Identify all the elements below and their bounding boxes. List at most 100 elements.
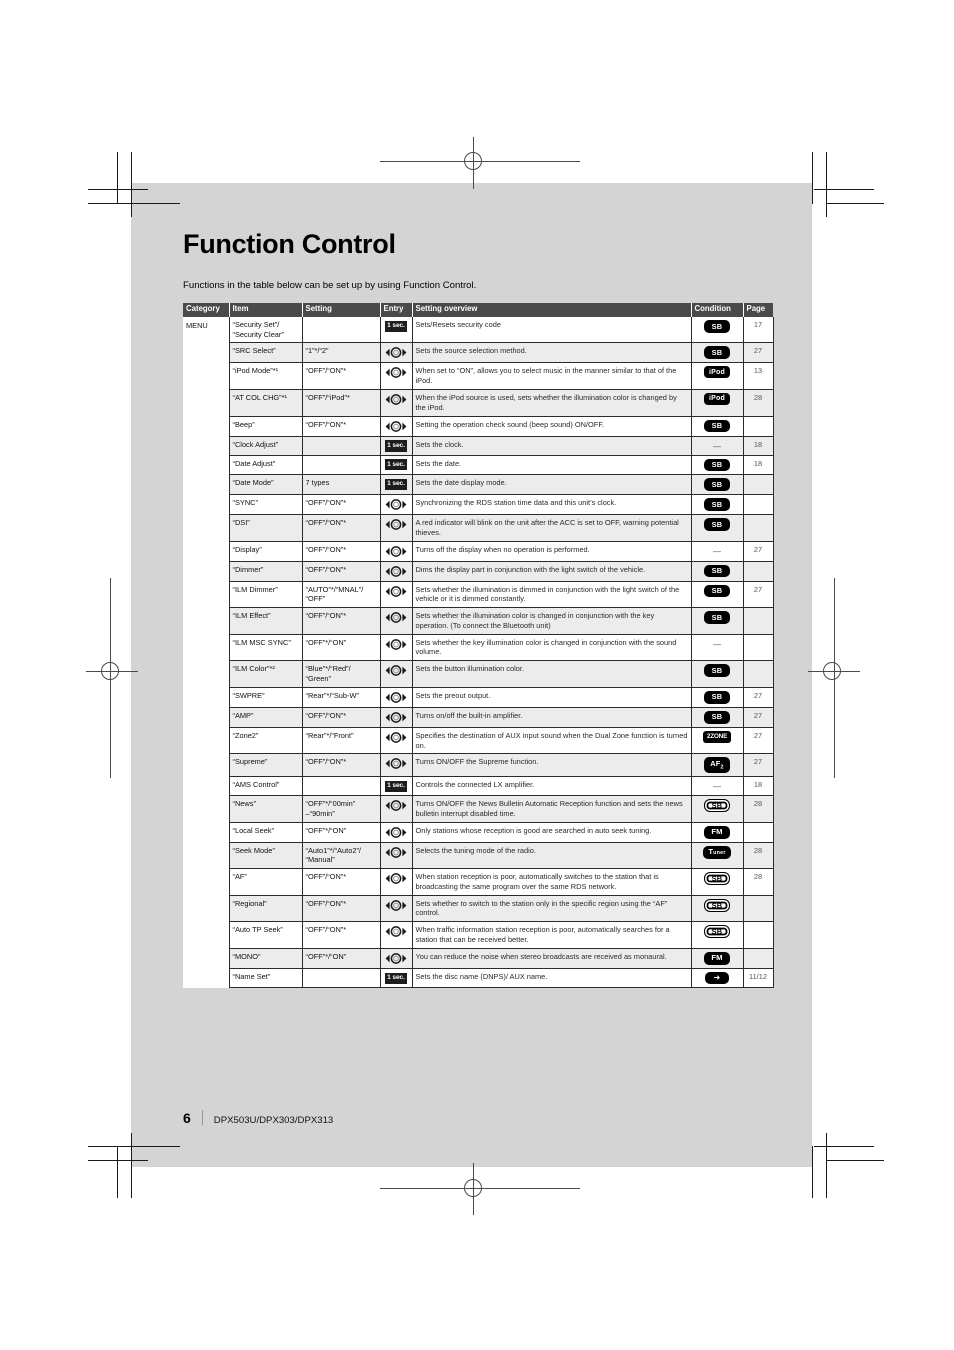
column-header-category: Category — [183, 303, 230, 317]
condition-none-dash: — — [713, 546, 721, 556]
rotary-knob-icon — [384, 545, 408, 558]
condition-badge-sb: SB — [703, 690, 731, 704]
table-row: “ILM Color”*² “Blue”*/“Red”/“Green” Sets t… — [183, 660, 774, 688]
cell-page — [742, 634, 774, 662]
condition-badge-fm: FM — [704, 825, 730, 839]
cell-condition: AF2 — [690, 753, 743, 778]
cell-setting: “Auto1”*/“Auto2”/“Manual” — [301, 842, 380, 870]
cell-page: 27 — [742, 707, 774, 728]
footer-model-names: DPX503U/DPX303/DPX313 — [213, 1115, 334, 1126]
crop-mark-top-right-v — [812, 152, 814, 204]
cell-page: 27 — [742, 581, 774, 609]
cell-page — [742, 494, 774, 516]
cell-condition: SB — [690, 581, 743, 609]
page-footer: 6 DPX503U/DPX303/DPX313 — [183, 1108, 783, 1126]
cell-condition: iPod — [690, 362, 743, 390]
cell-condition: FM — [690, 948, 743, 969]
cell-item: “iPod Mode”*¹ — [228, 362, 302, 390]
rotary-knob-icon — [384, 799, 408, 812]
cell-page — [742, 948, 774, 969]
rotary-knob-icon — [384, 366, 408, 379]
crop-mark-bottom-right-v2 — [826, 1133, 828, 1198]
cell-condition: SB — [690, 494, 743, 516]
crop-mark-top-left-h2 — [88, 189, 148, 191]
condition-badge-sb: SB — [703, 319, 731, 333]
cell-condition: SB — [690, 416, 743, 437]
cell-condition: SB — [690, 868, 743, 896]
table-row: “Local Seek” “OFF”*/“ON” Only stations who… — [183, 822, 774, 843]
crop-mark-bottom-left-h — [88, 1146, 180, 1148]
table-row: “Date Mode” 7 types 1 sec. Sets the date di… — [183, 474, 774, 496]
cell-condition: SB — [690, 455, 743, 476]
cell-overview: Turns on/off the built-in amplifier. — [411, 707, 691, 728]
cell-item: “DSI” — [228, 514, 302, 542]
cell-setting: “1”*/“2” — [301, 342, 380, 364]
table-row: “MONO” “OFF”*/“ON” You can reduce the nois… — [183, 948, 774, 969]
rotary-knob-icon — [384, 585, 408, 598]
cell-setting: “OFF”*/“ON” — [301, 634, 380, 662]
cell-item: “Date Adjust” — [228, 455, 302, 476]
cell-entry — [379, 948, 412, 969]
cell-overview: Synchronizing the RDS station time data … — [411, 494, 691, 516]
cell-entry — [379, 842, 412, 870]
table-header: Category Item Setting Entry Setting over… — [183, 303, 773, 317]
table-header-row: Category Item Setting Entry Setting over… — [183, 303, 773, 317]
cell-overview: Turns off the display when no operation … — [411, 541, 691, 562]
cell-item: “ILM Color”*² — [228, 660, 302, 688]
cell-item: “AMS Control” — [228, 776, 302, 797]
cell-condition: ➜ — [690, 968, 743, 989]
cell-entry: 1 sec. — [379, 776, 412, 797]
cell-entry — [379, 753, 412, 778]
cell-entry: 1 sec. — [379, 968, 412, 989]
cell-setting: “OFF”/“ON”* — [301, 416, 380, 437]
table-row: “Zone2” “Rear”*/“Front” Specifies the dest… — [183, 727, 774, 755]
cell-page — [742, 607, 774, 635]
rotary-knob-icon — [384, 691, 408, 704]
table-row: “Auto TP Seek” “OFF”/“ON”* When traffic in… — [183, 921, 774, 949]
crop-mark-top-left-v — [131, 152, 133, 217]
condition-badge-fm: FM — [704, 951, 730, 965]
cell-page: 27 — [742, 753, 774, 778]
table-row: “Name Set” 1 sec. Sets the disc name (DNPS… — [183, 968, 774, 989]
cell-condition: SB — [690, 707, 743, 728]
cell-setting: “OFF”/“ON”* — [301, 494, 380, 516]
cell-condition: SB — [690, 921, 743, 949]
cell-condition: SB — [690, 895, 743, 923]
condition-none-dash: — — [713, 441, 721, 451]
rotary-knob-icon — [384, 711, 408, 724]
cell-setting — [301, 968, 380, 989]
cell-condition: FM — [690, 822, 743, 843]
footer-divider — [201, 1110, 203, 1125]
cell-condition: — — [690, 776, 743, 797]
table-row: “ILM Effect” “OFF”/“ON”* Sets whether the … — [183, 607, 774, 635]
cell-item: “Seek Mode” — [228, 842, 302, 870]
cell-item: “Regional” — [228, 895, 302, 923]
cell-overview: Specifies the destination of AUX input s… — [411, 727, 691, 755]
cell-entry — [379, 634, 412, 662]
cell-overview: Selects the tuning mode of the radio. — [411, 842, 691, 870]
condition-badge-sb: SB — [703, 498, 731, 511]
cell-item: “News” — [228, 795, 302, 823]
table-row: “AT COL CHG”*¹ “OFF”/“iPod”* When the iPod… — [183, 389, 774, 417]
cell-setting: “OFF”*/“ON” — [301, 822, 380, 843]
cell-item: “ILM Dimmer” — [228, 581, 302, 609]
crop-mark-bottom-right-v — [812, 1146, 814, 1198]
crop-mark-bottom-left-v2 — [117, 1146, 119, 1198]
cell-page — [742, 822, 774, 843]
crop-mark-top-right-h2 — [826, 203, 884, 205]
entry-hold-1sec-label: 1 sec. — [384, 780, 408, 793]
cell-condition: SB — [690, 660, 743, 688]
cell-entry — [379, 494, 412, 516]
rotary-knob-icon — [384, 664, 408, 677]
cell-entry — [379, 707, 412, 728]
condition-badge-af2: AF2 — [704, 757, 730, 774]
column-header-overview: Setting overview — [412, 303, 692, 317]
cell-setting: “OFF”/“ON”* — [301, 514, 380, 542]
cell-setting: “Rear”*/“Sub-W” — [301, 687, 380, 708]
cell-entry — [379, 607, 412, 635]
cell-condition: SB — [690, 687, 743, 708]
table-row: “Date Adjust” 1 sec. Sets the date. SB 18 — [183, 455, 774, 476]
cell-overview: You can reduce the noise when stereo bro… — [411, 948, 691, 969]
cell-setting — [301, 436, 380, 456]
table-row: “Beep” “OFF”/“ON”* Setting the operation c… — [183, 416, 774, 437]
